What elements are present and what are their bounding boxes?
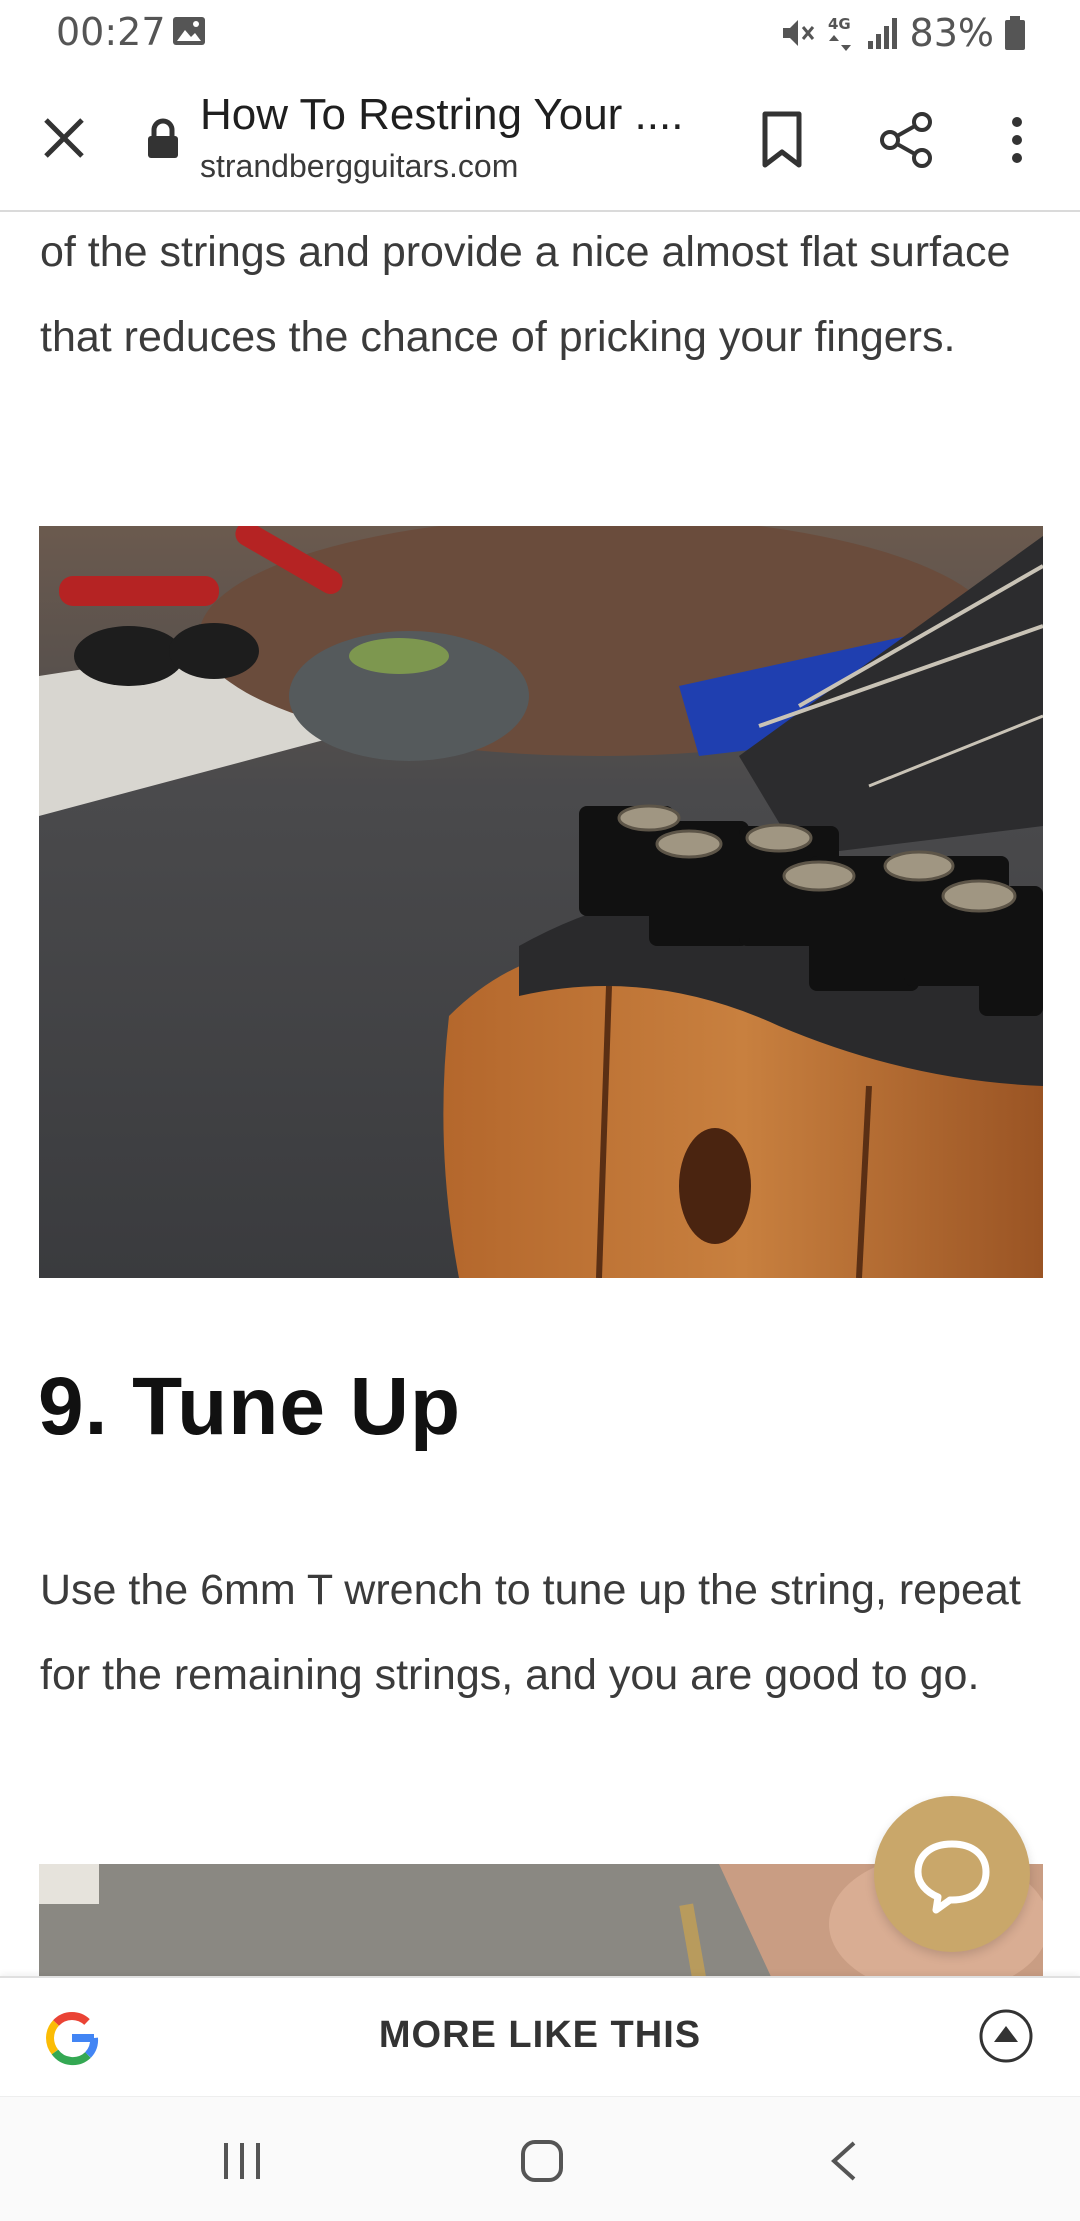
network-4g-icon: 4G — [828, 15, 851, 51]
page-url[interactable]: strandbergguitars.com — [200, 148, 518, 185]
article-content: of the strings and provide a nice almost… — [0, 212, 1080, 1976]
more-vert-icon[interactable] — [1002, 110, 1032, 170]
more-like-this-label[interactable]: MORE LIKE THIS — [0, 2014, 1080, 2057]
article-paragraph: Use the 6mm T wrench to tune up the stri… — [40, 1566, 1021, 1699]
share-icon[interactable] — [876, 110, 936, 170]
expand-up-icon[interactable] — [978, 2008, 1034, 2064]
article-paragraph: of the strings and provide a nice almost… — [40, 228, 1011, 361]
mute-icon — [782, 20, 814, 46]
chat-bubble-icon — [914, 1840, 990, 1914]
lock-icon — [148, 118, 178, 158]
more-like-this-bar[interactable]: MORE LIKE THIS — [0, 1976, 1080, 2096]
bookmark-icon[interactable] — [756, 110, 808, 170]
guitar-bridge-photo — [39, 526, 1043, 1278]
back-icon[interactable] — [824, 2137, 864, 2185]
recent-apps-icon[interactable] — [220, 2139, 264, 2183]
battery-icon — [1005, 16, 1025, 50]
home-icon[interactable] — [518, 2137, 566, 2185]
network-type-label: 4G — [828, 15, 851, 33]
page-title[interactable]: How To Restring Your .... — [200, 90, 683, 140]
battery-percent: 83% — [909, 11, 994, 55]
chat-button[interactable] — [874, 1796, 1030, 1952]
status-time: 00:27 — [56, 10, 166, 54]
gallery-notification-icon — [173, 17, 205, 45]
status-icons: 4G 83% — [780, 10, 1026, 56]
system-nav-bar — [0, 2096, 1080, 2221]
browser-toolbar: How To Restring Your .... strandbergguit… — [0, 66, 1080, 212]
section-heading: 9. Tune Up — [38, 1361, 462, 1452]
signal-icon — [867, 18, 897, 49]
close-icon[interactable] — [40, 114, 88, 162]
status-bar: 00:27 4G 83% — [0, 0, 1080, 66]
